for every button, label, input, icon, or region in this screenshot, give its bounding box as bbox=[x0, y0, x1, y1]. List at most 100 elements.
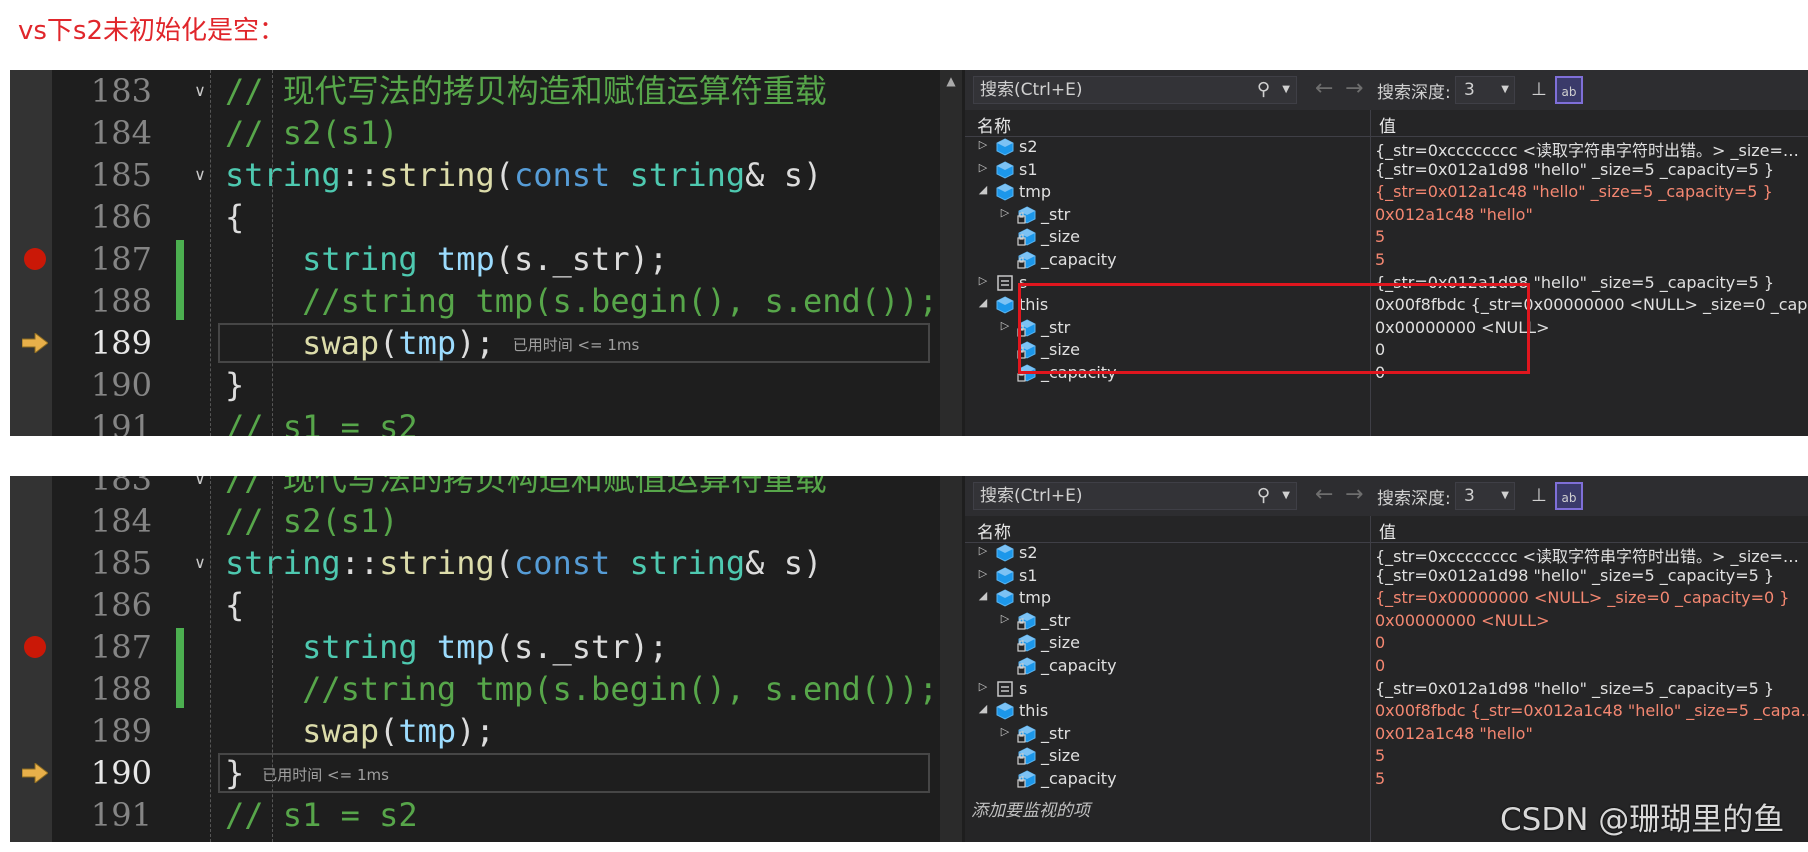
watch-name: _size bbox=[1041, 746, 1081, 766]
expand-triangle-icon[interactable]: ▷ bbox=[977, 567, 989, 580]
code-line[interactable]: 186 { bbox=[10, 584, 940, 626]
search-input[interactable]: 搜索(Ctrl+E) ⚲ ▼ bbox=[973, 76, 1297, 104]
search-input[interactable]: 搜索(Ctrl+E) ⚲ ▼ bbox=[973, 482, 1297, 510]
watch-row[interactable]: ▷ s2 {_str=0xcccccccc <读取字符串字符时出错。> _size=… bbox=[965, 136, 1808, 160]
expand-triangle-icon[interactable]: ▷ bbox=[977, 680, 989, 693]
watch-row[interactable]: ▷ s2 {_str=0xcccccccc <读取字符串字符时出错。> _size=… bbox=[965, 542, 1808, 566]
forward-arrow-icon[interactable]: → bbox=[1345, 76, 1363, 102]
expand-triangle-icon[interactable]: ▷ bbox=[977, 161, 989, 174]
watch-row[interactable]: ▷ _str 0x012a1c48 "hello" bbox=[965, 204, 1808, 227]
code-line[interactable]: 191 // s1 = s2 bbox=[10, 406, 940, 436]
code-text: // s2(s1) bbox=[225, 502, 399, 540]
column-divider[interactable] bbox=[1370, 110, 1371, 136]
code-text: string tmp(s._str); bbox=[302, 240, 669, 278]
code-line[interactable]: 188 //string tmp(s.begin(), s.end()); bbox=[10, 280, 940, 322]
breakpoint-icon[interactable] bbox=[24, 636, 46, 658]
watch-row[interactable]: ▷ s1 {_str=0x012a1d98 "hello" _size=5 _cap… bbox=[965, 565, 1808, 588]
column-name[interactable]: 名称 bbox=[977, 518, 1011, 543]
search-icon[interactable]: ⚲ bbox=[1257, 77, 1270, 103]
watch-name: s2 bbox=[1019, 543, 1038, 562]
pin-icon[interactable]: ⊥ bbox=[1525, 482, 1553, 510]
line-number: 189 bbox=[90, 712, 152, 750]
watch-row[interactable]: ▷ _str 0x00000000 <NULL> bbox=[965, 610, 1808, 633]
private-field-icon bbox=[1017, 227, 1037, 247]
code-line[interactable]: 184 // s2(s1) bbox=[10, 112, 940, 154]
collapse-triangle-icon[interactable]: ◢ bbox=[977, 183, 989, 196]
view-format-icon[interactable]: ab bbox=[1555, 76, 1583, 104]
code-line[interactable]: 190} bbox=[10, 364, 940, 406]
fold-chevron-icon[interactable]: ∨ bbox=[190, 70, 210, 112]
object-icon bbox=[995, 566, 1015, 586]
object-icon bbox=[995, 182, 1015, 202]
breakpoint-icon[interactable] bbox=[24, 248, 46, 270]
watch-row[interactable]: _capacity 5 bbox=[965, 768, 1808, 791]
watch-row[interactable]: _capacity 0 bbox=[965, 655, 1808, 678]
code-text: //string tmp(s.begin(), s.end()); bbox=[302, 670, 938, 708]
editor-scrollbar[interactable]: ▲ bbox=[940, 70, 962, 436]
code-line[interactable]: 185 ∨ string::string(const string& s) bbox=[10, 542, 940, 584]
code-line[interactable]: 185 ∨ string::string(const string& s) bbox=[10, 154, 940, 196]
expand-triangle-icon[interactable]: ▷ bbox=[999, 725, 1011, 738]
watch-header: 名称 值 bbox=[965, 110, 1808, 137]
code-line[interactable]: 191 // s1 = s2 bbox=[10, 794, 940, 836]
view-format-icon[interactable]: ab bbox=[1555, 482, 1583, 510]
code-line[interactable]: 183 ∨ // 现代写法的拷贝构造和赋值运算符重载 bbox=[10, 476, 940, 500]
code-editor[interactable]: 183 ∨ // 现代写法的拷贝构造和赋值运算符重载 184 // s2(s1) 185 ∨… bbox=[10, 70, 965, 436]
watch-row[interactable]: ▷ _str 0x012a1c48 "hello" bbox=[965, 723, 1808, 746]
collapse-triangle-icon[interactable]: ◢ bbox=[977, 589, 989, 602]
fold-chevron-icon[interactable]: ∨ bbox=[190, 476, 210, 500]
watch-row[interactable]: ◢ tmp {_str=0x00000000 <NULL> _size=0 _cap… bbox=[965, 587, 1808, 610]
pin-icon[interactable]: ⊥ bbox=[1525, 76, 1553, 104]
watch-row[interactable]: _capacity 5 bbox=[965, 249, 1808, 272]
collapse-triangle-icon[interactable]: ◢ bbox=[977, 702, 989, 715]
code-line[interactable]: 186 { bbox=[10, 196, 940, 238]
column-value[interactable]: 值 bbox=[1379, 518, 1396, 543]
column-value[interactable]: 值 bbox=[1379, 112, 1396, 137]
code-line[interactable]: 183 ∨ // 现代写法的拷贝构造和赋值运算符重载 bbox=[10, 70, 940, 112]
expand-triangle-icon[interactable]: ▷ bbox=[999, 612, 1011, 625]
watch-row[interactable]: _size 5 bbox=[965, 745, 1808, 768]
code-line[interactable]: 189 swap(tmp); bbox=[10, 710, 940, 752]
expand-triangle-icon[interactable]: ▷ bbox=[999, 206, 1011, 219]
chevron-down-icon[interactable]: ▼ bbox=[1501, 77, 1509, 103]
current-line-highlight bbox=[218, 323, 930, 363]
watch-name: _str bbox=[1041, 610, 1071, 630]
line-number: 184 bbox=[90, 114, 152, 152]
fold-chevron-icon[interactable]: ∨ bbox=[190, 542, 210, 584]
expand-triangle-icon[interactable]: ▷ bbox=[977, 138, 989, 151]
back-arrow-icon[interactable]: ← bbox=[1315, 482, 1333, 508]
watch-row[interactable]: ▷ s1 {_str=0x012a1d98 "hello" _size=5 _cap… bbox=[965, 159, 1808, 182]
code-line[interactable]: 187 string tmp(s._str); bbox=[10, 626, 940, 668]
search-dropdown-icon[interactable]: ▼ bbox=[1282, 77, 1290, 103]
code-editor[interactable]: 183 ∨ // 现代写法的拷贝构造和赋值运算符重载 184 // s2(s1) 185 ∨… bbox=[10, 476, 965, 842]
collapse-triangle-icon[interactable]: ◢ bbox=[977, 296, 989, 309]
private-field-icon bbox=[1017, 250, 1037, 270]
expand-triangle-icon[interactable]: ▷ bbox=[999, 319, 1011, 332]
watch-row[interactable]: ▷ s {_str=0x012a1d98 "hello" _size=5 _capa… bbox=[965, 678, 1808, 701]
watch-name: _capacity bbox=[1041, 769, 1117, 788]
scroll-up-icon[interactable]: ▲ bbox=[940, 74, 962, 88]
code-line[interactable]: 184 // s2(s1) bbox=[10, 500, 940, 542]
line-number: 188 bbox=[90, 670, 152, 708]
watch-row[interactable]: _size 0 bbox=[965, 632, 1808, 655]
code-line[interactable]: 187 string tmp(s._str); bbox=[10, 238, 940, 280]
back-arrow-icon[interactable]: ← bbox=[1315, 76, 1333, 102]
expand-triangle-icon[interactable]: ▷ bbox=[977, 544, 989, 557]
search-depth-select[interactable]: 3 ▼ bbox=[1455, 482, 1515, 510]
column-name[interactable]: 名称 bbox=[977, 112, 1011, 137]
current-line-highlight bbox=[218, 753, 930, 793]
search-depth-select[interactable]: 3 ▼ bbox=[1455, 76, 1515, 104]
fold-chevron-icon[interactable]: ∨ bbox=[190, 154, 210, 196]
chevron-down-icon[interactable]: ▼ bbox=[1501, 483, 1509, 509]
forward-arrow-icon[interactable]: → bbox=[1345, 482, 1363, 508]
search-icon[interactable]: ⚲ bbox=[1257, 483, 1270, 509]
search-depth-value: 3 bbox=[1464, 486, 1475, 506]
watch-row[interactable]: _size 5 bbox=[965, 226, 1808, 249]
expand-triangle-icon[interactable]: ▷ bbox=[977, 274, 989, 287]
search-dropdown-icon[interactable]: ▼ bbox=[1282, 483, 1290, 509]
watch-row[interactable]: ◢ tmp {_str=0x012a1c48 "hello" _size=5 _ca… bbox=[965, 181, 1808, 204]
editor-scrollbar[interactable] bbox=[940, 476, 962, 842]
code-line[interactable]: 188 //string tmp(s.begin(), s.end()); bbox=[10, 668, 940, 710]
watch-row[interactable]: ◢ this 0x00f8fbdc {_str=0x012a1c48 "hello"… bbox=[965, 700, 1808, 723]
column-divider[interactable] bbox=[1370, 516, 1371, 542]
